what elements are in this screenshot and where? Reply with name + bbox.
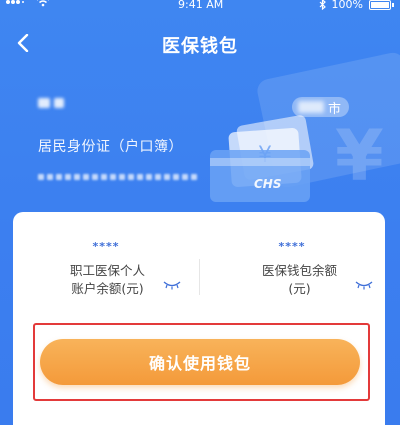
id-number-masked xyxy=(38,174,197,180)
svg-text:¥: ¥ xyxy=(335,115,384,197)
status-bar: 9:41 AM 100% xyxy=(0,0,400,14)
user-name-masked xyxy=(38,98,64,108)
id-type-label: 居民身份证（户口簿） xyxy=(38,139,183,155)
status-right: 100% xyxy=(319,0,394,11)
eye-closed-icon[interactable] xyxy=(355,280,373,290)
header: 医保钱包 xyxy=(0,26,400,62)
balance-value: **** xyxy=(278,240,306,253)
battery-tip xyxy=(392,2,394,7)
chs-logo: CHS xyxy=(254,177,282,191)
city-badge: 市 xyxy=(292,97,350,117)
status-time: 9:41 AM xyxy=(178,0,224,11)
battery-percent: 100% xyxy=(331,0,363,11)
wifi-icon xyxy=(37,0,49,7)
eye-closed-icon[interactable] xyxy=(163,280,181,290)
city-name-masked xyxy=(298,101,324,113)
signal-icon xyxy=(6,0,24,4)
wallet-balance: **** 医保钱包余额 (元) xyxy=(199,212,385,312)
balance-label-line2: 账户余额(元) xyxy=(71,281,144,296)
balance-label-line1: 职工医保个人 xyxy=(69,263,145,278)
city-suffix: 市 xyxy=(328,101,342,117)
employee-account-balance: **** 职工医保个人 账户余额(元) xyxy=(13,212,199,312)
balance-label: 医保钱包余额 (元) xyxy=(237,262,362,298)
confirm-use-wallet-button[interactable]: 确认使用钱包 xyxy=(40,339,360,385)
battery-icon xyxy=(369,0,391,10)
balance-label-line1: 医保钱包余额 xyxy=(261,263,337,278)
page-title: 医保钱包 xyxy=(162,36,238,57)
balance-value: **** xyxy=(92,240,120,253)
bluetooth-icon xyxy=(319,0,326,10)
status-left xyxy=(6,0,50,7)
svg-text:¥: ¥ xyxy=(258,143,272,168)
balance-label: 职工医保个人 账户余额(元) xyxy=(55,262,160,298)
balance-label-line2: (元) xyxy=(288,281,311,296)
